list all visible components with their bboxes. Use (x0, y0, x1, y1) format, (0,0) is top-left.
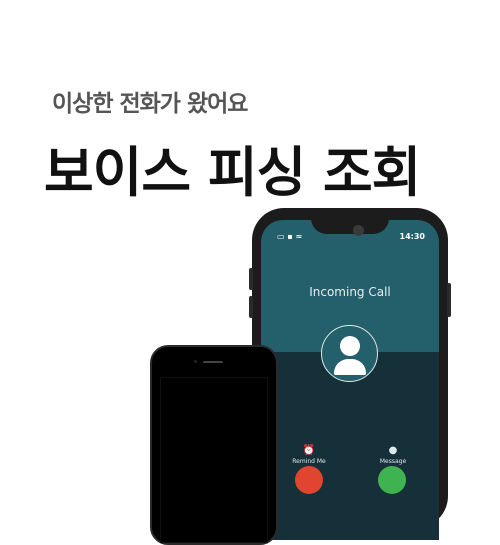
subtitle: 이상한 전화가 왔어요 (52, 91, 248, 117)
notch (311, 220, 389, 234)
front-camera-icon (194, 360, 197, 363)
caller-avatar (321, 325, 378, 382)
power-button (447, 283, 451, 317)
alarm-clock-icon: ⏰ (302, 445, 316, 456)
person-head-icon (340, 336, 360, 356)
black-phone (150, 345, 278, 545)
remind-me-button[interactable]: ⏰ Remind Me (284, 445, 334, 465)
volume-button (249, 268, 253, 290)
person-body-icon (334, 359, 366, 375)
volume-button (249, 296, 253, 318)
battery-icon: ▭ ▪ ≈ (277, 232, 303, 241)
message-bubble-icon: ● (388, 445, 398, 456)
phone-screen-off (160, 377, 268, 543)
status-time: 14:30 (399, 232, 425, 241)
message-label: Message (379, 458, 407, 465)
page-title: 보이스 피싱 조회 (44, 141, 421, 204)
remind-me-label: Remind Me (292, 458, 326, 465)
phone-screen: ▭ ▪ ≈ 14:30 Incoming Call ⏰ Remind Me ● … (261, 220, 439, 540)
incoming-call-phone: ▭ ▪ ≈ 14:30 Incoming Call ⏰ Remind Me ● … (249, 208, 451, 540)
decline-call-button[interactable] (295, 466, 323, 494)
speaker-grille (203, 361, 223, 363)
camera-icon (353, 225, 364, 236)
incoming-call-label: Incoming Call (309, 285, 391, 299)
accept-call-button[interactable] (378, 466, 406, 494)
message-button[interactable]: ● Message (368, 445, 418, 465)
